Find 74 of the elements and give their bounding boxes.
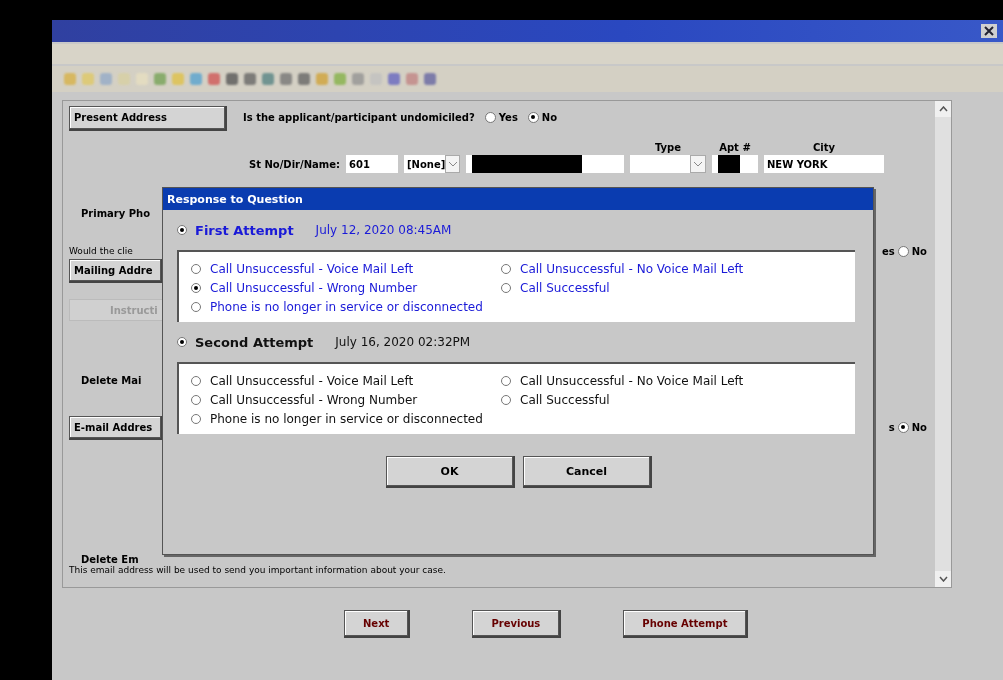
radio-button[interactable]	[527, 111, 539, 123]
radio-label: es	[882, 245, 895, 257]
radio-label: Yes	[498, 111, 518, 123]
radio-button[interactable]	[191, 395, 201, 405]
toolbar-icon[interactable]	[208, 73, 220, 85]
type-dropdown[interactable]	[630, 155, 706, 173]
radio-label: No	[911, 245, 927, 257]
radio-button[interactable]	[501, 376, 511, 386]
radio-button[interactable]	[897, 245, 909, 257]
dialog-button[interactable]: Cancel	[523, 456, 650, 486]
radio-button[interactable]	[177, 225, 187, 235]
present-address-button[interactable]: Present Address	[69, 105, 225, 129]
radio-label: No	[541, 111, 558, 123]
scroll-up-icon[interactable]	[935, 101, 951, 117]
footer-button[interactable]: Phone Attempt	[623, 610, 747, 636]
email-address-button[interactable]: E-mail Addres	[69, 416, 161, 438]
radio-button[interactable]	[191, 283, 201, 293]
radio-button[interactable]	[191, 414, 201, 424]
question-text: Would the clie	[69, 246, 133, 256]
scrollbar[interactable]	[935, 101, 951, 587]
radio-button[interactable]	[501, 264, 511, 274]
question-text: Is the applicant/participant undomiciled?	[243, 111, 475, 123]
attempt-label: First Attempt	[195, 222, 294, 238]
footer-button[interactable]: Next	[344, 610, 409, 636]
toolbar-icon[interactable]	[244, 73, 256, 85]
street-number-field[interactable]: 601	[346, 155, 398, 173]
radio-label: s	[888, 421, 895, 433]
dialog-button[interactable]: OK	[386, 456, 513, 486]
direction-dropdown[interactable]: [None]	[404, 155, 460, 173]
option-label: Call Unsuccessful - No Voice Mail Left	[520, 374, 744, 388]
option-label: Call Unsuccessful - Voice Mail Left	[210, 262, 414, 276]
radio-button[interactable]	[191, 376, 201, 386]
radio-button[interactable]	[501, 395, 511, 405]
dialog-title: Response to Question	[163, 188, 873, 210]
mailing-address-button[interactable]: Mailing Addre	[69, 259, 161, 281]
radio-button[interactable]	[897, 421, 909, 433]
option-label: Call Successful	[520, 393, 610, 407]
toolbar-icon[interactable]	[280, 73, 292, 85]
toolbar-icon[interactable]	[226, 73, 238, 85]
toolbar-icon[interactable]	[298, 73, 310, 85]
radio-button[interactable]	[191, 264, 201, 274]
apartment-field[interactable]	[712, 155, 758, 173]
column-header: City	[811, 141, 837, 153]
option-label: Call Unsuccessful - Voice Mail Left	[210, 374, 414, 388]
option-label: Call Unsuccessful - Wrong Number	[210, 281, 418, 295]
field-label: Delete Mai	[81, 375, 142, 386]
option-label: Phone is no longer in service or disconnected	[210, 412, 483, 426]
radio-button[interactable]	[501, 283, 511, 293]
street-name-field[interactable]	[466, 155, 624, 173]
street-label: St No/Dir/Name:	[248, 158, 340, 170]
column-header: Apt #	[718, 141, 752, 153]
column-header: Type	[653, 141, 683, 153]
option-label: Call Successful	[520, 281, 610, 295]
attempt-date: July 12, 2020 08:45AM	[315, 223, 452, 237]
attempt-date: July 16, 2020 02:32PM	[335, 335, 471, 349]
radio-button[interactable]	[177, 337, 187, 347]
close-icon[interactable]	[981, 24, 997, 38]
toolbar-icon[interactable]	[262, 73, 274, 85]
toolbar-icon[interactable]	[424, 73, 436, 85]
radio-button[interactable]	[191, 302, 201, 312]
attempt-label: Second Attempt	[195, 334, 314, 350]
option-label: Call Unsuccessful - Wrong Number	[210, 393, 418, 407]
radio-label: No	[911, 421, 927, 433]
footer-button[interactable]: Previous	[472, 610, 560, 636]
option-label: Phone is no longer in service or disconnected	[210, 300, 483, 314]
radio-button[interactable]	[484, 111, 496, 123]
city-field[interactable]: NEW YORK	[764, 155, 884, 173]
scroll-down-icon[interactable]	[935, 571, 951, 587]
redaction-bar	[718, 155, 740, 173]
toolbar-icon[interactable]	[388, 73, 400, 85]
option-label: Call Unsuccessful - No Voice Mail Left	[520, 262, 744, 276]
field-label: Primary Pho	[81, 207, 151, 219]
notice-text: This email address will be used to send you important information about your case.	[69, 565, 446, 575]
field-label: Delete Em	[81, 554, 139, 565]
